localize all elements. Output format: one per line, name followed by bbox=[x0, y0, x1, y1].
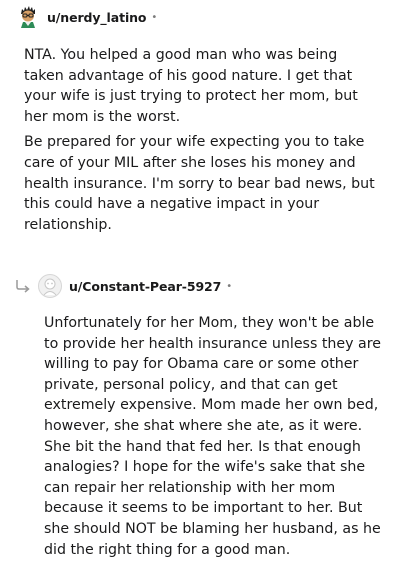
default-avatar-icon[interactable] bbox=[38, 274, 62, 298]
comment-header: u/Constant-Pear-5927 • bbox=[14, 272, 232, 300]
comment-header: u/nerdy_latino • bbox=[16, 3, 157, 31]
comment-paragraph: NTA. You helped a good man who was being… bbox=[24, 47, 358, 125]
separator-dot: • bbox=[226, 280, 233, 292]
username[interactable]: u/nerdy_latino bbox=[47, 10, 147, 25]
comment-paragraph: Unfortunately for her Mom, they won't be… bbox=[44, 315, 381, 558]
comment-body: Unfortunately for her Mom, they won't be… bbox=[44, 313, 382, 565]
username[interactable]: u/Constant-Pear-5927 bbox=[69, 279, 221, 294]
separator-dot: • bbox=[151, 11, 158, 23]
user-avatar-icon[interactable] bbox=[16, 5, 40, 29]
comment-body: NTA. You helped a good man who was being… bbox=[24, 45, 380, 240]
comment-paragraph: Be prepared for your wife expecting you … bbox=[24, 134, 375, 233]
reply-arrow-icon bbox=[16, 280, 30, 293]
